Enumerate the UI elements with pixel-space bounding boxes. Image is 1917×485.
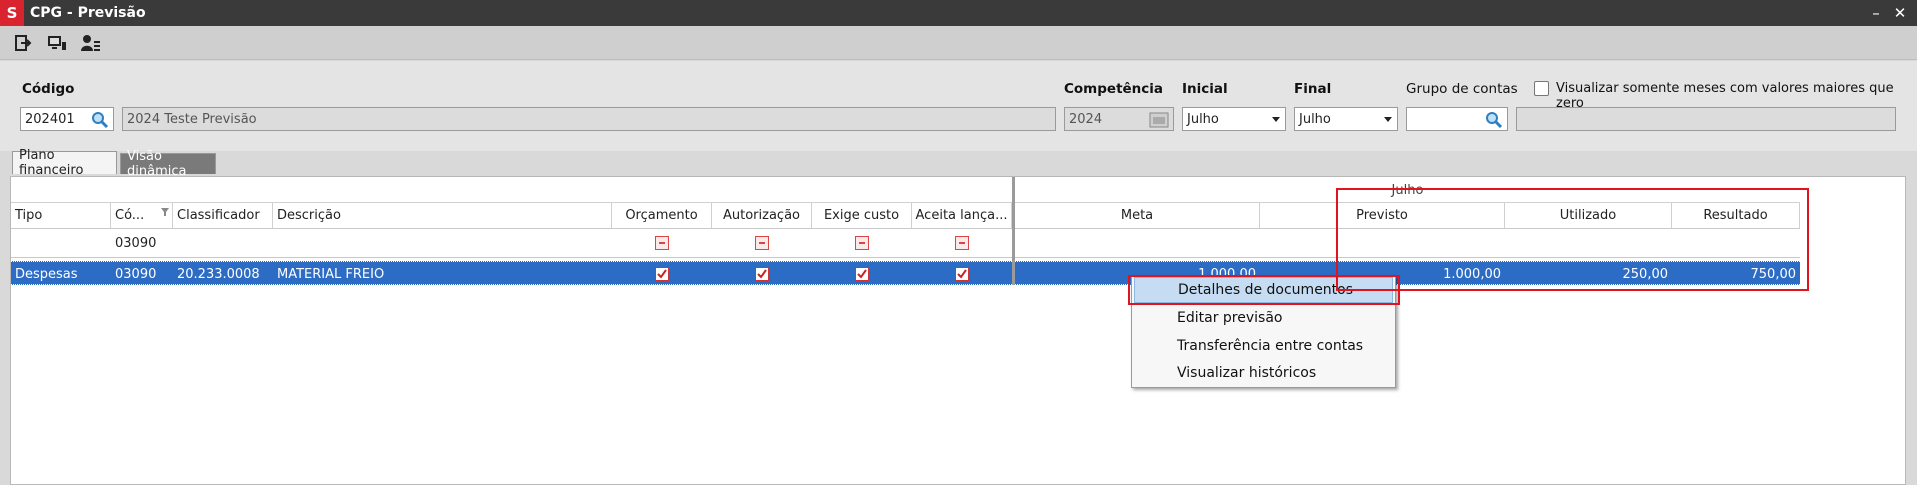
- col-tipo[interactable]: Tipo: [11, 203, 111, 229]
- search-icon[interactable]: [91, 111, 109, 129]
- filter-aceita[interactable]: [912, 232, 1012, 254]
- competencia-value: 2024: [1069, 111, 1103, 127]
- chevron-down-icon: [1272, 117, 1280, 122]
- filter-checkbox[interactable]: [855, 236, 869, 250]
- codigo-label: Código: [22, 81, 75, 97]
- checkbox-checked[interactable]: [655, 267, 669, 281]
- exit-button[interactable]: [10, 31, 36, 55]
- filter-orcamento[interactable]: [612, 232, 712, 254]
- col-classificador[interactable]: Classificador: [173, 203, 273, 229]
- competencia-field: 2024: [1064, 107, 1174, 131]
- competencia-label: Competência: [1064, 81, 1164, 97]
- col-orcamento[interactable]: Orçamento: [612, 203, 712, 229]
- filter-autorizacao[interactable]: [712, 232, 812, 254]
- cell-codigo: 03090: [115, 266, 157, 282]
- filter-form: Código 202401 2024 Teste Previsão Compet…: [0, 61, 1917, 151]
- codigo-value: 202401: [25, 111, 75, 127]
- col-aceita[interactable]: Aceita lança...: [912, 203, 1012, 229]
- inicial-label: Inicial: [1182, 81, 1228, 97]
- tab-label: Visão dinâmica: [127, 149, 187, 179]
- inicial-value: Julho: [1187, 111, 1219, 127]
- visualizar-label: Visualizar somente meses com valores mai…: [1556, 81, 1894, 111]
- col-codigo[interactable]: Có...: [111, 203, 173, 229]
- tab-plano-financeiro[interactable]: Plano financeiro: [12, 148, 117, 178]
- cell-autorizacao[interactable]: [712, 263, 812, 285]
- close-button[interactable]: ✕: [1888, 0, 1912, 26]
- menu-visualizar-historicos[interactable]: Visualizar históricos: [1134, 360, 1393, 386]
- monitor-button[interactable]: [44, 31, 70, 55]
- menu-editar-previsao[interactable]: Editar previsão: [1134, 305, 1393, 331]
- search-icon[interactable]: [1485, 111, 1503, 129]
- menu-transferencia-contas[interactable]: Transferência entre contas: [1134, 333, 1393, 359]
- toolbar: [0, 26, 1917, 60]
- annotation-box-menu: [1128, 275, 1400, 305]
- cell-orcamento[interactable]: [612, 263, 712, 285]
- final-select[interactable]: Julho: [1294, 107, 1398, 131]
- filter-icon[interactable]: [161, 208, 169, 216]
- filter-exige-custo[interactable]: [812, 232, 912, 254]
- cell-aceita[interactable]: [912, 263, 1012, 285]
- column-splitter[interactable]: [1012, 177, 1015, 285]
- user-list-button[interactable]: [78, 31, 104, 55]
- tab-label: Plano financeiro: [19, 148, 84, 178]
- codigo-field[interactable]: 202401: [20, 107, 114, 131]
- cell-exige-custo[interactable]: [812, 263, 912, 285]
- col-exige-custo[interactable]: Exige custo: [812, 203, 912, 229]
- window-title: CPG - Previsão: [30, 5, 146, 21]
- cell-tipo: Despesas: [15, 266, 78, 282]
- inicial-select[interactable]: Julho: [1182, 107, 1286, 131]
- filter-checkbox[interactable]: [755, 236, 769, 250]
- final-value: Julho: [1299, 111, 1331, 127]
- chevron-down-icon: [1384, 117, 1392, 122]
- checkbox-checked[interactable]: [955, 267, 969, 281]
- col-codigo-label: Có...: [115, 208, 145, 223]
- monitor-icon: [48, 35, 66, 50]
- filter-checkbox[interactable]: [955, 236, 969, 250]
- tab-visao-dinamica[interactable]: Visão dinâmica: [120, 149, 216, 179]
- minimize-button[interactable]: –: [1864, 0, 1888, 26]
- col-meta[interactable]: Meta: [1015, 203, 1260, 229]
- filter-checkbox[interactable]: [655, 236, 669, 250]
- col-autorizacao[interactable]: Autorização: [712, 203, 812, 229]
- filter-codigo[interactable]: 03090: [111, 232, 156, 254]
- app-logo: S: [0, 0, 24, 26]
- title-bar: S CPG - Previsão – ✕: [0, 0, 1917, 26]
- visualizar-checkbox[interactable]: [1534, 81, 1549, 96]
- annotation-box-values: [1336, 188, 1809, 291]
- col-descricao[interactable]: Descrição: [273, 203, 612, 229]
- calendar-icon: [1149, 112, 1169, 128]
- descricao-value: 2024 Teste Previsão: [127, 111, 257, 127]
- checkbox-checked[interactable]: [855, 267, 869, 281]
- cell-descricao: MATERIAL FREIO: [277, 266, 385, 282]
- cell-classificador: 20.233.0008: [177, 266, 260, 282]
- final-label: Final: [1294, 81, 1332, 97]
- checkbox-checked[interactable]: [755, 267, 769, 281]
- exit-icon: [15, 34, 32, 51]
- descricao-field: 2024 Teste Previsão: [122, 107, 1056, 131]
- user-list-icon: [81, 34, 100, 51]
- grupo-label: Grupo de contas: [1406, 81, 1518, 97]
- grupo-field[interactable]: [1406, 107, 1508, 131]
